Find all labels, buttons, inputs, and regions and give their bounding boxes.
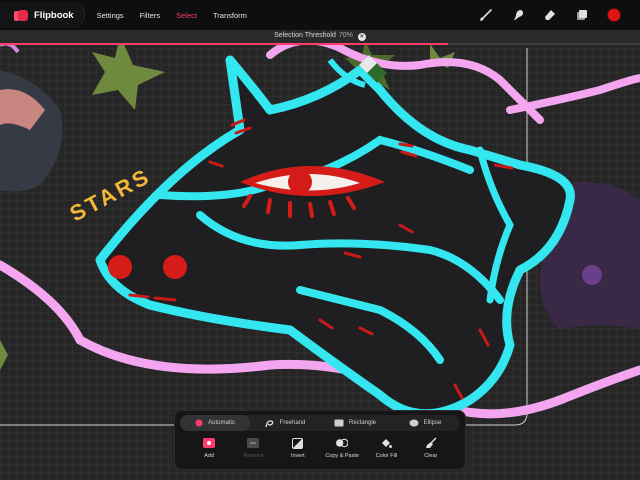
app-name: Flipbook — [34, 9, 74, 21]
color-icon[interactable] — [606, 7, 622, 23]
mode-rectangle[interactable]: Rectangle — [320, 415, 390, 431]
layers-icon[interactable] — [574, 7, 590, 23]
mode-label: Rectangle — [348, 420, 377, 426]
mode-ellipse[interactable]: Ellipse — [390, 415, 460, 431]
ellipse-icon — [409, 419, 419, 427]
action-label: Remove — [243, 453, 264, 459]
green-star — [92, 35, 165, 110]
action-label: Clear — [424, 453, 438, 459]
main-menu: Settings Filters Select Transform — [89, 11, 255, 20]
color-fill-icon — [380, 437, 393, 449]
tool-group — [478, 0, 622, 30]
freehand-icon — [265, 419, 273, 427]
threshold-readout: Selection Threshold 70% ✕ — [0, 32, 640, 41]
selection-panel: Automatic Freehand Rectangle Ellipse Add… — [175, 411, 465, 469]
clear-icon — [425, 437, 437, 449]
invert-icon — [292, 437, 304, 449]
menu-transform[interactable]: Transform — [205, 11, 255, 20]
cyan-creature — [95, 55, 575, 419]
mode-label: Ellipse — [423, 420, 442, 426]
mode-label: Automatic — [208, 420, 235, 426]
mode-automatic[interactable]: Automatic — [180, 415, 250, 431]
app-brand[interactable]: Flipbook — [0, 2, 85, 28]
threshold-slider-track[interactable] — [0, 43, 640, 45]
smudge-icon[interactable] — [510, 7, 526, 23]
copy-paste-button[interactable]: Copy & Paste — [320, 437, 364, 467]
top-toolbar: Flipbook Settings Filters Select Transfo… — [0, 0, 640, 30]
add-icon — [203, 437, 216, 449]
add-button[interactable]: Add — [187, 437, 231, 467]
action-label: Color Fill — [375, 453, 398, 459]
selection-threshold-bar[interactable]: Selection Threshold 70% ✕ — [0, 30, 640, 45]
artwork: STARS — [0, 35, 640, 426]
menu-settings[interactable]: Settings — [89, 11, 132, 20]
current-color-swatch — [607, 8, 621, 22]
invert-button[interactable]: Invert — [276, 437, 320, 467]
mode-label: Freehand — [279, 420, 306, 426]
brush-icon[interactable] — [478, 7, 494, 23]
rectangle-icon — [334, 419, 344, 427]
menu-filters[interactable]: Filters — [132, 11, 168, 20]
remove-icon — [247, 437, 260, 449]
threshold-slider-fill — [0, 43, 448, 45]
color-fill-button[interactable]: Color Fill — [364, 437, 408, 467]
remove-button[interactable]: Remove — [231, 437, 275, 467]
drawing-canvas[interactable]: STARS — [0, 0, 640, 480]
nostril-left — [108, 255, 132, 279]
action-label: Copy & Paste — [325, 453, 359, 459]
mode-freehand[interactable]: Freehand — [250, 415, 320, 431]
automatic-icon — [195, 419, 203, 427]
action-label: Invert — [290, 453, 305, 459]
nostril-right — [163, 255, 187, 279]
green-star-edge — [0, 340, 8, 370]
eraser-icon[interactable] — [542, 7, 558, 23]
selection-modes: Automatic Freehand Rectangle Ellipse — [180, 415, 460, 431]
action-label: Add — [204, 453, 215, 459]
threshold-label: Selection Threshold — [274, 32, 336, 39]
purple-dot — [582, 265, 602, 285]
copy-paste-icon — [336, 437, 349, 449]
menu-select[interactable]: Select — [168, 11, 205, 20]
selection-actions: Add Remove Invert Copy & Paste Color Fil… — [187, 437, 453, 467]
pink-stroke-right — [506, 74, 640, 114]
threshold-value: 70% — [338, 32, 353, 39]
flipbook-logo-icon — [14, 9, 28, 21]
creature-pupil — [288, 170, 312, 194]
background-blob — [0, 70, 63, 192]
clear-button[interactable]: Clear — [409, 437, 453, 467]
close-icon[interactable]: ✕ — [357, 33, 366, 41]
